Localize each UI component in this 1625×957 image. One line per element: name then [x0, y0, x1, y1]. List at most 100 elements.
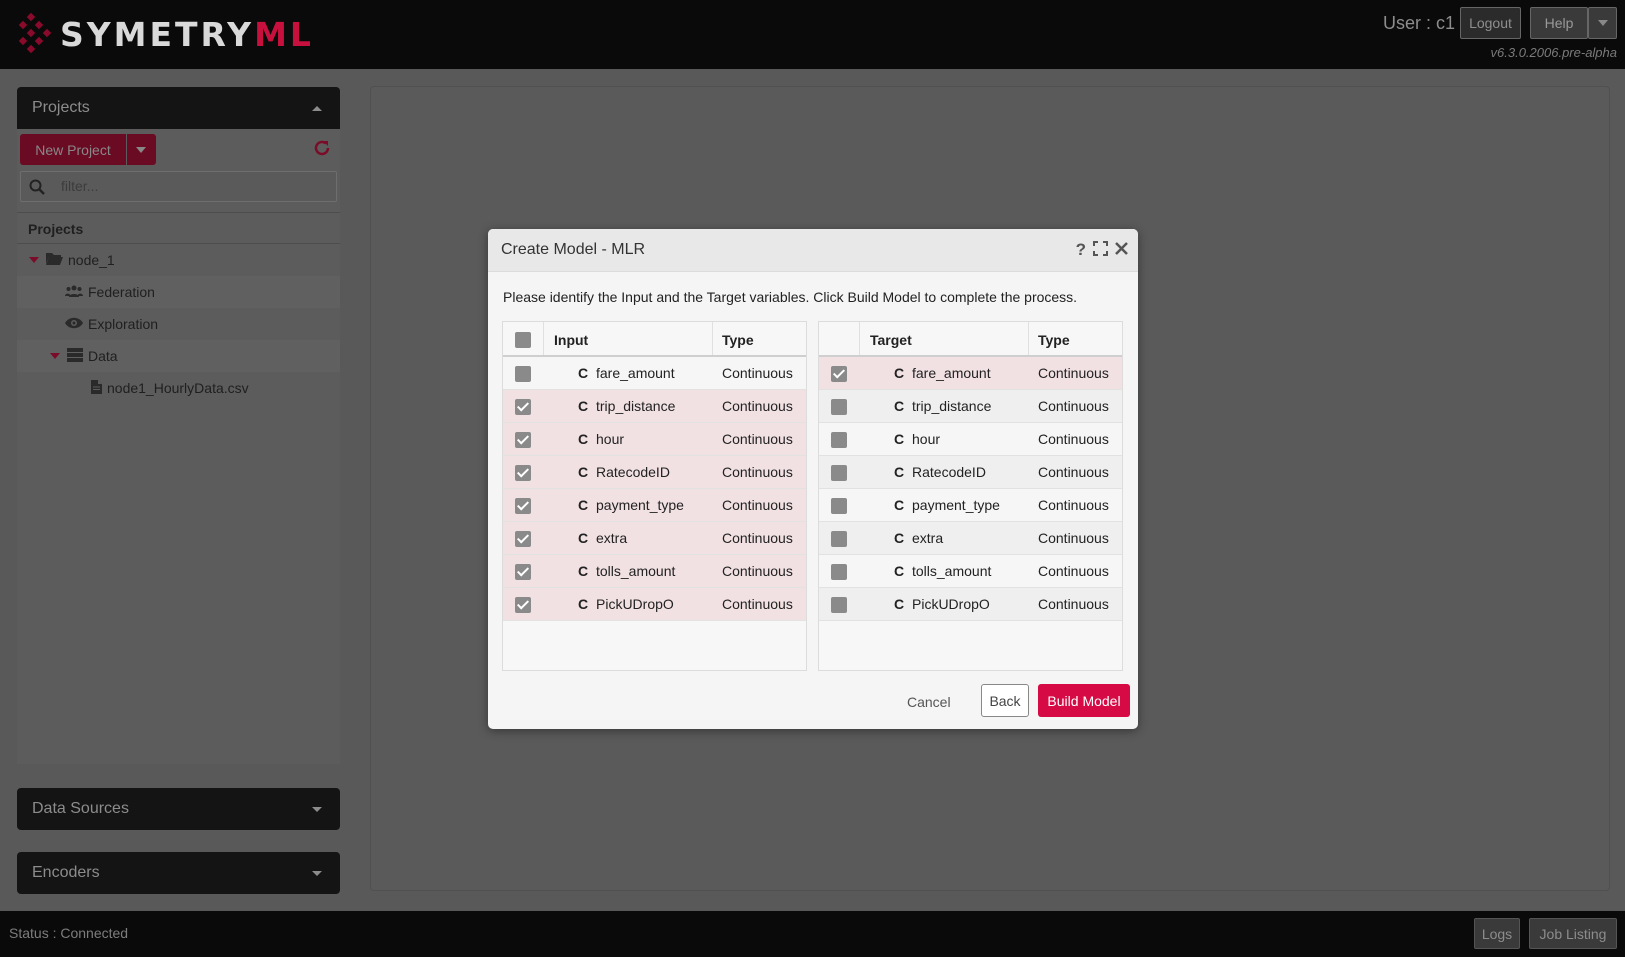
table-row[interactable]: Cextra Continuous	[819, 522, 1122, 555]
variable-name: RatecodeID	[596, 464, 670, 480]
row-checkbox[interactable]	[515, 399, 531, 415]
variable-type: Continuous	[722, 596, 793, 612]
type-badge: C	[894, 497, 905, 513]
table-row[interactable]: Chour Continuous	[503, 423, 806, 456]
type-badge: C	[894, 431, 905, 447]
table-header: Input Type	[503, 322, 806, 357]
table-row[interactable]: C RatecodeID Continuous	[819, 456, 1122, 489]
tree-item-federation[interactable]: Federation	[17, 276, 340, 308]
tree-item-label: node1_HourlyData.csv	[107, 380, 249, 396]
row-checkbox[interactable]	[831, 399, 847, 415]
close-icon[interactable]	[1115, 242, 1128, 258]
folder-open-icon	[46, 252, 63, 268]
table-row[interactable]: Cpayment_type Continuous	[503, 489, 806, 522]
back-button[interactable]: Back	[981, 684, 1029, 717]
row-checkbox[interactable]	[831, 432, 847, 448]
table-row[interactable]: Ctrip_distance Continuous	[503, 390, 806, 423]
tree-item-node-1[interactable]: node_1	[17, 244, 340, 276]
variable-name: trip_distance	[596, 398, 676, 414]
row-checkbox[interactable]	[831, 531, 847, 547]
connection-status: Status : Connected	[9, 925, 129, 941]
expand-caret-icon[interactable]	[29, 257, 39, 263]
table-row[interactable]: Cextra Continuous	[503, 522, 806, 555]
expand-caret-icon[interactable]	[50, 353, 60, 359]
users-icon	[65, 284, 83, 300]
select-all-checkbox[interactable]	[515, 332, 531, 348]
type-badge: C	[894, 563, 905, 579]
table-row[interactable]: Chour Continuous	[819, 423, 1122, 456]
tree-item-label: node_1	[68, 252, 115, 268]
type-badge: C	[894, 464, 905, 480]
row-checkbox[interactable]	[515, 564, 531, 580]
input-variables-table: Input Type Cfare_amount Continuous Ctrip_d…	[502, 321, 807, 671]
table-row[interactable]: Cfare_amount Continuous	[819, 357, 1122, 390]
chevron-down-icon	[1597, 20, 1608, 26]
variable-name: hour	[596, 431, 625, 447]
variable-type: Continuous	[1038, 431, 1109, 447]
row-checkbox[interactable]	[515, 597, 531, 613]
data-sources-panel-header[interactable]: Data Sources	[17, 788, 340, 830]
variable-name: tolls_amount	[596, 563, 676, 579]
column-header-target: Target	[870, 332, 912, 348]
row-checkbox[interactable]	[831, 465, 847, 481]
row-checkbox[interactable]	[515, 498, 531, 514]
type-badge: C	[578, 563, 589, 579]
job-listing-button[interactable]: Job Listing	[1529, 918, 1617, 949]
create-model-dialog: Create Model - MLR ? Please identify the…	[488, 229, 1138, 729]
tree-item-exploration[interactable]: Exploration	[17, 308, 340, 340]
refresh-icon[interactable]	[312, 138, 332, 158]
expand-icon	[312, 807, 322, 812]
row-checkbox[interactable]	[515, 465, 531, 481]
variable-type: Continuous	[1038, 530, 1109, 546]
projects-panel-header[interactable]: Projects	[17, 87, 340, 129]
project-filter-input[interactable]: filter...	[20, 171, 337, 202]
tree-item-label: Federation	[88, 284, 155, 300]
projects-panel-body: New Project filter... Projects node_1 Fe…	[17, 129, 340, 764]
table-row[interactable]: Ctrip_distance Continuous	[819, 390, 1122, 423]
type-badge: C	[894, 530, 905, 546]
symetryml-logo: SYMETRYML	[14, 12, 314, 56]
help-button[interactable]: Help	[1530, 7, 1588, 39]
app-header: SYMETRYML User : c1 Logout Help v6.3.0.2…	[0, 0, 1625, 69]
build-model-button[interactable]: Build Model	[1038, 684, 1130, 717]
maximize-icon[interactable]	[1093, 241, 1108, 259]
column-header-type: Type	[1038, 332, 1070, 348]
type-badge: C	[578, 431, 589, 447]
row-checkbox[interactable]	[831, 597, 847, 613]
tree-header: Projects	[17, 212, 340, 244]
tree-item-csv-file[interactable]: node1_HourlyData.csv	[17, 372, 340, 404]
row-checkbox[interactable]	[515, 531, 531, 547]
encoders-panel-header[interactable]: Encoders	[17, 852, 340, 894]
table-row[interactable]: C RatecodeID Continuous	[503, 456, 806, 489]
table-row[interactable]: Ctolls_amount Continuous	[819, 555, 1122, 588]
row-checkbox[interactable]	[515, 366, 531, 382]
file-icon	[91, 379, 102, 397]
row-checkbox[interactable]	[515, 432, 531, 448]
type-badge: C	[578, 398, 589, 414]
table-row[interactable]: Cpayment_type Continuous	[819, 489, 1122, 522]
collapse-icon	[312, 106, 322, 111]
help-icon[interactable]: ?	[1076, 240, 1086, 260]
table-row[interactable]: C PickUDropO Continuous	[503, 588, 806, 621]
encoders-panel-title: Encoders	[32, 864, 100, 881]
logs-button[interactable]: Logs	[1474, 918, 1520, 949]
variable-name: payment_type	[912, 497, 1000, 513]
help-dropdown-button[interactable]	[1588, 7, 1617, 39]
tree-item-label: Data	[88, 348, 118, 364]
logout-button[interactable]: Logout	[1460, 7, 1521, 39]
tree-item-data[interactable]: Data	[17, 340, 340, 372]
new-project-button[interactable]: New Project	[20, 134, 126, 165]
variable-type: Continuous	[1038, 563, 1109, 579]
column-header-input: Input	[554, 332, 589, 348]
table-row[interactable]: C PickUDropO Continuous	[819, 588, 1122, 621]
row-checkbox[interactable]	[831, 498, 847, 514]
type-badge: C	[894, 398, 905, 414]
variable-name: PickUDropO	[912, 596, 990, 612]
table-row[interactable]: Ctolls_amount Continuous	[503, 555, 806, 588]
variable-type: Continuous	[722, 431, 793, 447]
cancel-button[interactable]: Cancel	[907, 688, 951, 716]
new-project-dropdown-button[interactable]	[127, 134, 156, 165]
table-row[interactable]: Cfare_amount Continuous	[503, 357, 806, 390]
row-checkbox[interactable]	[831, 366, 847, 382]
row-checkbox[interactable]	[831, 564, 847, 580]
